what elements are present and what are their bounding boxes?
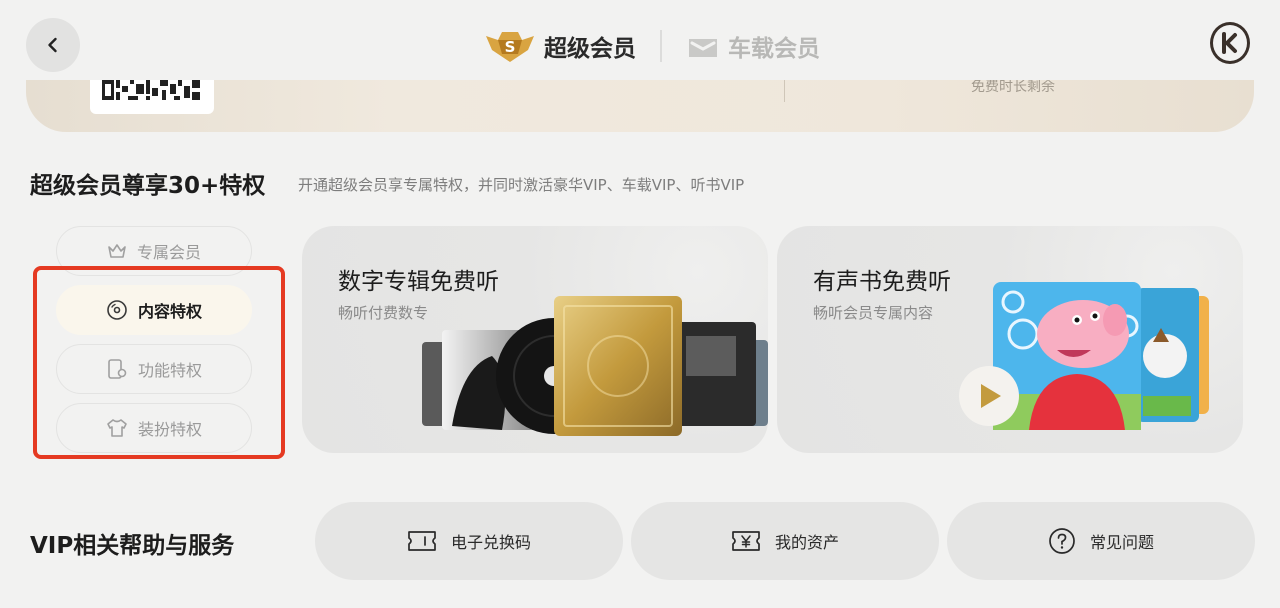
selection-highlight bbox=[33, 266, 285, 459]
nav-item-label: 专属会员 bbox=[136, 243, 201, 262]
crown-icon bbox=[108, 244, 126, 258]
feature-card-audiobooks[interactable]: 有声书免费听 畅听会员专属内容 bbox=[777, 226, 1243, 453]
faq-button[interactable]: 常见问题 bbox=[947, 502, 1255, 580]
tab-car-member[interactable]: 车载会员 bbox=[686, 29, 820, 63]
super-member-badge-icon: S bbox=[486, 32, 534, 62]
top-bar: S 超级会员 车载会员 bbox=[0, 0, 1280, 80]
chevron-left-icon bbox=[48, 37, 57, 53]
ticket-icon bbox=[408, 531, 436, 551]
tab-divider bbox=[660, 30, 662, 62]
my-assets-button[interactable]: 我的资产 bbox=[631, 502, 939, 580]
faq-label: 常见问题 bbox=[1089, 533, 1154, 552]
redeem-code-button[interactable]: 电子兑换码 bbox=[315, 502, 623, 580]
help-section-title: VIP相关帮助与服务 bbox=[30, 533, 235, 559]
k-logo-icon bbox=[1222, 32, 1237, 54]
back-button[interactable] bbox=[26, 18, 80, 72]
svg-text:S: S bbox=[505, 38, 516, 56]
audiobook-covers-illustration bbox=[959, 282, 1209, 430]
privileges-title: 超级会员尊享30+特权 bbox=[30, 173, 266, 199]
album-covers-illustration bbox=[422, 296, 768, 436]
my-assets-label: 我的资产 bbox=[774, 533, 839, 552]
qr-code-icon bbox=[102, 80, 200, 100]
tab-car-member-label: 车载会员 bbox=[728, 36, 820, 62]
redeem-code-label: 电子兑换码 bbox=[450, 533, 531, 552]
question-icon bbox=[1049, 528, 1075, 554]
car-member-icon bbox=[689, 39, 717, 57]
member-tabs: S 超级会员 车载会员 bbox=[484, 24, 820, 68]
app-logo[interactable] bbox=[1210, 22, 1250, 64]
tab-super-member[interactable]: S 超级会员 bbox=[484, 28, 636, 64]
tab-super-member-label: 超级会员 bbox=[544, 36, 636, 62]
privileges-subtitle: 开通超级会员享专属特权，并同时激活豪华VIP、车载VIP、听书VIP bbox=[298, 176, 745, 194]
yen-wallet-icon bbox=[732, 531, 760, 551]
feature-card-digital-albums[interactable]: 数字专辑免费听 畅听付费数专 bbox=[302, 226, 768, 453]
